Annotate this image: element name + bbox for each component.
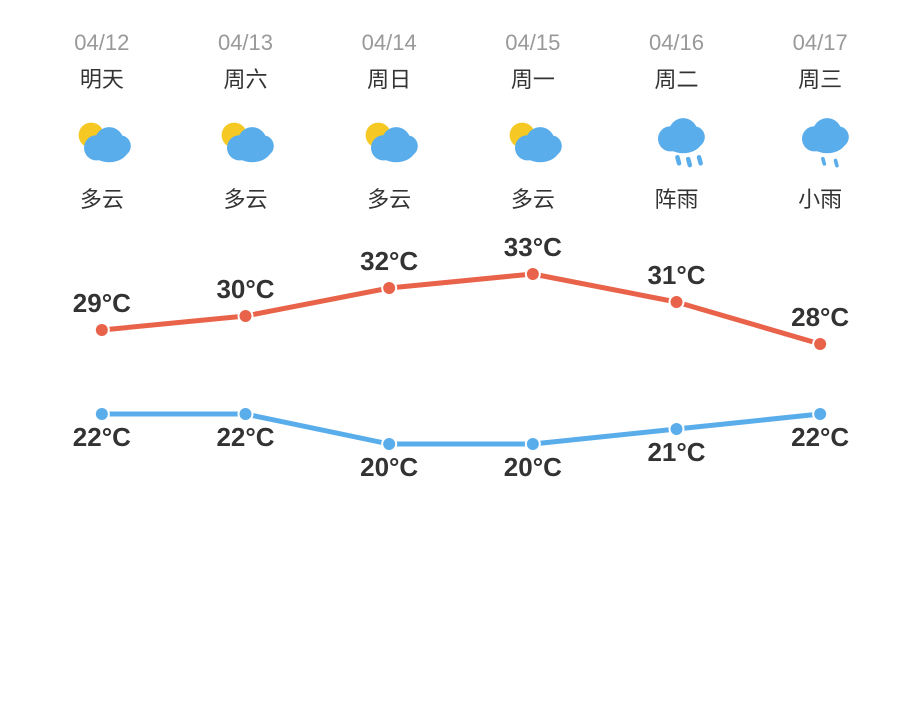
weather-desc-5: 小雨 [798, 182, 842, 214]
high-temp-line [102, 274, 820, 344]
weather-icon-1 [209, 110, 281, 170]
weather-icon-4 [640, 110, 712, 170]
weather-icon-2 [353, 110, 425, 170]
low-dot-3 [526, 437, 540, 451]
weather-icon-0 [66, 110, 138, 170]
day-col-1: 04/13 周六 多云 [174, 20, 318, 214]
day-name-1: 周六 [223, 62, 267, 94]
low-dot-1 [239, 407, 253, 421]
high-dot-2 [382, 281, 396, 295]
day-date-4: 04/16 [649, 30, 704, 56]
day-date-0: 04/12 [74, 30, 129, 56]
weather-icon-5 [784, 110, 856, 170]
high-dot-1 [239, 309, 253, 323]
weather-icon-3 [497, 110, 569, 170]
high-label-3: 33°C [504, 232, 562, 262]
high-label-1: 30°C [216, 274, 274, 304]
high-dot-5 [813, 337, 827, 351]
day-name-2: 周日 [367, 62, 411, 94]
low-label-3: 20°C [504, 452, 562, 482]
day-name-4: 周二 [654, 62, 698, 94]
chart-area: 29°C 30°C 32°C 33°C 31°C 28°C 22°C 22°C 20°C 20°C… [30, 234, 892, 519]
temperature-chart: 29°C 30°C 32°C 33°C 31°C 28°C 22°C 22°C 20°C 20°C… [30, 234, 892, 514]
weather-desc-4: 阵雨 [654, 182, 698, 214]
day-col-4: 04/16 周二 阵雨 [605, 20, 749, 214]
days-grid: 04/12 明天 多云 04/13 周六 多云 04/14 周日 [30, 20, 892, 214]
high-dot-3 [526, 267, 540, 281]
high-label-0: 29°C [73, 288, 131, 318]
low-dot-5 [813, 407, 827, 421]
low-label-5: 22°C [791, 422, 849, 452]
low-dot-0 [95, 407, 109, 421]
weather-desc-3: 多云 [511, 182, 555, 214]
day-col-0: 04/12 明天 多云 [30, 20, 174, 214]
day-col-3: 04/15 周一 多云 [461, 20, 605, 214]
low-dot-2 [382, 437, 396, 451]
low-label-4: 21°C [647, 437, 705, 467]
low-label-1: 22°C [216, 422, 274, 452]
high-label-2: 32°C [360, 246, 418, 276]
high-dot-0 [95, 323, 109, 337]
high-dot-4 [670, 295, 684, 309]
day-name-3: 周一 [511, 62, 555, 94]
weather-container: 04/12 明天 多云 04/13 周六 多云 04/14 周日 [0, 0, 922, 702]
day-date-1: 04/13 [218, 30, 273, 56]
day-date-3: 04/15 [505, 30, 560, 56]
weather-desc-0: 多云 [80, 182, 124, 214]
weather-desc-2: 多云 [367, 182, 411, 214]
high-label-5: 28°C [791, 302, 849, 332]
day-col-2: 04/14 周日 多云 [317, 20, 461, 214]
low-dot-4 [670, 422, 684, 436]
weather-desc-1: 多云 [223, 182, 267, 214]
high-label-4: 31°C [647, 260, 705, 290]
day-date-2: 04/14 [362, 30, 417, 56]
low-temp-line [102, 414, 820, 444]
low-label-0: 22°C [73, 422, 131, 452]
day-name-5: 周三 [798, 62, 842, 94]
day-col-5: 04/17 周三 小雨 [748, 20, 892, 214]
day-name-0: 明天 [80, 62, 124, 94]
low-label-2: 20°C [360, 452, 418, 482]
day-date-5: 04/17 [793, 30, 848, 56]
